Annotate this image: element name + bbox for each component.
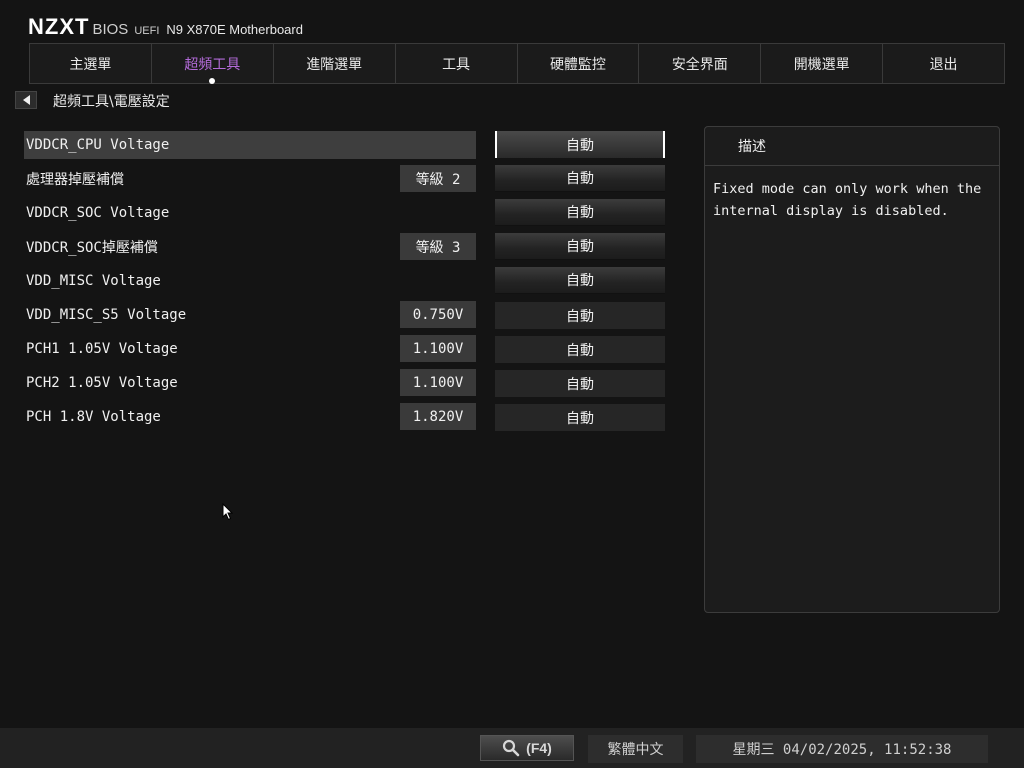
tab-main[interactable]: 主選單 bbox=[30, 44, 152, 83]
value-box-pch2[interactable]: 1.100V bbox=[400, 369, 476, 396]
tab-label: 退出 bbox=[929, 56, 958, 73]
brand-header: NZXT BIOS UEFI N9 X870E Motherboard bbox=[28, 14, 303, 40]
description-panel: 描述 Fixed mode can only work when the int… bbox=[704, 126, 1000, 613]
main-tabs: 主選單 超頻工具 進階選單 工具 硬體監控 安全界面 開機選單 退出 bbox=[29, 43, 1005, 84]
mode-button-cpu-llc[interactable]: 自動 bbox=[495, 165, 665, 192]
tab-label: 主選單 bbox=[69, 56, 112, 73]
back-button[interactable] bbox=[15, 91, 37, 109]
tab-advanced[interactable]: 進階選單 bbox=[274, 44, 396, 83]
setting-label: VDDCR_SOC掉壓補償 bbox=[26, 240, 158, 256]
setting-label: 處理器掉壓補償 bbox=[26, 172, 124, 188]
value-box-soc-llc[interactable]: 等級 3 bbox=[400, 233, 476, 260]
tab-label: 超頻工具 bbox=[184, 56, 241, 73]
description-text: Fixed mode can only work when the intern… bbox=[705, 166, 999, 234]
tab-tools[interactable]: 工具 bbox=[396, 44, 518, 83]
setting-row-vddcr-cpu[interactable]: VDDCR_CPU Voltage bbox=[24, 131, 476, 159]
bios-label: BIOS bbox=[92, 21, 129, 38]
language-button[interactable]: 繁體中文 bbox=[588, 735, 683, 763]
tab-exit[interactable]: 退出 bbox=[883, 44, 1004, 83]
footer-bar: (F4) 繁體中文 星期三 04/02/2025, 11:52:38 bbox=[0, 728, 1024, 768]
description-line: internal display is disabled. bbox=[713, 203, 949, 219]
mode-button-vddcr-cpu[interactable]: 自動 bbox=[495, 131, 665, 158]
motherboard-model: N9 X870E Motherboard bbox=[166, 22, 303, 37]
uefi-label: UEFI bbox=[134, 25, 160, 37]
description-line: Fixed mode can only work when the bbox=[713, 181, 982, 197]
description-title: 描述 bbox=[705, 127, 999, 166]
setting-label: VDD_MISC Voltage bbox=[26, 273, 161, 289]
setting-row-vdd-misc[interactable]: VDD_MISC Voltage bbox=[24, 267, 476, 295]
tab-label: 安全界面 bbox=[671, 56, 728, 73]
tab-label: 進階選單 bbox=[306, 56, 363, 73]
tab-label: 硬體監控 bbox=[549, 56, 606, 73]
nzxt-logo: NZXT bbox=[28, 14, 90, 39]
tab-oc-tweaker[interactable]: 超頻工具 bbox=[152, 44, 274, 84]
setting-row-vddcr-soc[interactable]: VDDCR_SOC Voltage bbox=[24, 199, 476, 227]
tab-label: 開機選單 bbox=[793, 56, 850, 73]
breadcrumb: 超頻工具\電壓設定 bbox=[53, 94, 170, 110]
mode-button-pch-1-8v[interactable]: 自動 bbox=[495, 404, 665, 431]
mode-button-pch1[interactable]: 自動 bbox=[495, 336, 665, 363]
active-tab-indicator bbox=[209, 78, 216, 84]
back-arrow-icon bbox=[22, 95, 30, 105]
tab-security[interactable]: 安全界面 bbox=[639, 44, 762, 83]
value-box-pch-1-8v[interactable]: 1.820V bbox=[400, 403, 476, 430]
mode-button-pch2[interactable]: 自動 bbox=[495, 370, 665, 397]
setting-label: VDDCR_SOC Voltage bbox=[26, 205, 170, 221]
tab-label: 工具 bbox=[442, 56, 471, 73]
value-box-vdd-misc-s5[interactable]: 0.750V bbox=[400, 301, 476, 328]
search-shortcut-label: (F4) bbox=[526, 740, 552, 756]
mode-button-soc-llc[interactable]: 自動 bbox=[495, 233, 665, 260]
search-icon bbox=[503, 739, 520, 757]
setting-label: VDD_MISC_S5 Voltage bbox=[26, 307, 187, 323]
mode-button-vdd-misc-s5[interactable]: 自動 bbox=[495, 302, 665, 329]
value-box-pch1[interactable]: 1.100V bbox=[400, 335, 476, 362]
datetime-display: 星期三 04/02/2025, 11:52:38 bbox=[696, 735, 988, 763]
mode-button-vddcr-soc[interactable]: 自動 bbox=[495, 199, 665, 226]
value-box-cpu-llc[interactable]: 等級 2 bbox=[400, 165, 476, 192]
tab-hardware-monitor[interactable]: 硬體監控 bbox=[518, 44, 640, 83]
tab-boot[interactable]: 開機選單 bbox=[761, 44, 884, 83]
search-button[interactable]: (F4) bbox=[480, 735, 574, 761]
setting-label: PCH2 1.05V Voltage bbox=[26, 375, 178, 391]
setting-label: PCH 1.8V Voltage bbox=[26, 409, 161, 425]
mode-button-vdd-misc[interactable]: 自動 bbox=[495, 267, 665, 294]
mouse-pointer-icon bbox=[222, 503, 234, 521]
setting-label: PCH1 1.05V Voltage bbox=[26, 341, 178, 357]
setting-label: VDDCR_CPU Voltage bbox=[26, 137, 170, 153]
